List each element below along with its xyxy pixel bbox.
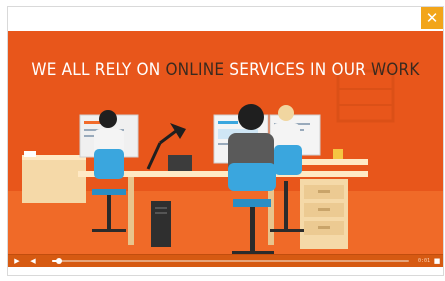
time-display: 0:01 [417, 258, 430, 264]
headline-part-4: WORK [370, 60, 420, 80]
mug [24, 151, 36, 157]
video-headline: WE ALL RELY ON ONLINE SERVICES IN OUR WO… [8, 60, 443, 80]
fullscreen-button[interactable]: ■ [432, 255, 442, 267]
fullscreen-icon: ■ [433, 257, 441, 265]
play-icon: ▶ [14, 257, 20, 265]
progress-handle[interactable] [56, 258, 63, 264]
headline-part-1: WE ALL RELY ON [31, 60, 166, 80]
telephone [168, 155, 192, 171]
headline-part-2: ONLINE [165, 60, 225, 80]
volume-icon: ◀ [30, 257, 36, 265]
headline-part-3: SERVICES IN OUR [224, 60, 371, 80]
close-icon: ✕ [425, 8, 439, 27]
player-header: ✕ [8, 7, 443, 31]
play-button[interactable]: ▶ [11, 255, 23, 267]
progress-track[interactable] [52, 258, 409, 264]
control-bar: ▶ ◀ 0:01 ■ [8, 254, 443, 267]
side-desk [22, 155, 86, 203]
video-frame[interactable]: WE ALL RELY ON ONLINE SERVICES IN OUR WO… [8, 31, 443, 267]
cup [333, 149, 343, 159]
close-button[interactable]: ✕ [421, 7, 443, 29]
video-player: ✕ WE ALL RELY ON ONLINE SERVICES IN OUR … [7, 6, 444, 276]
volume-button[interactable]: ◀ [27, 255, 39, 267]
